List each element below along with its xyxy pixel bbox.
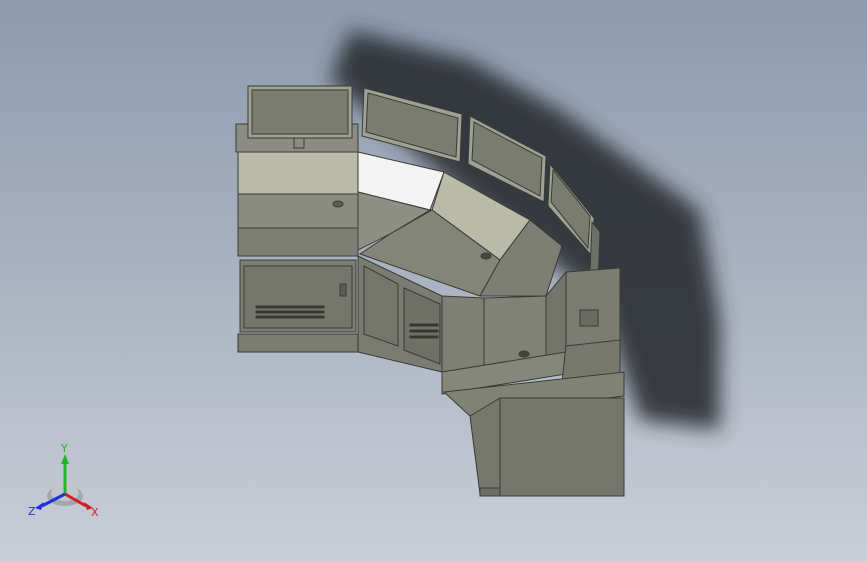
y-axis-arrow [61, 454, 69, 464]
x-axis-label: X [91, 506, 99, 519]
axis-triad[interactable]: Y X Z [20, 440, 110, 530]
z-axis-label: Z [28, 505, 36, 518]
control-console-model[interactable] [0, 0, 867, 562]
y-axis-label: Y [60, 442, 68, 455]
lower-pedestal[interactable] [442, 371, 625, 497]
cad-viewport[interactable]: Y X Z [0, 0, 867, 562]
left-cabinet[interactable] [235, 123, 359, 353]
